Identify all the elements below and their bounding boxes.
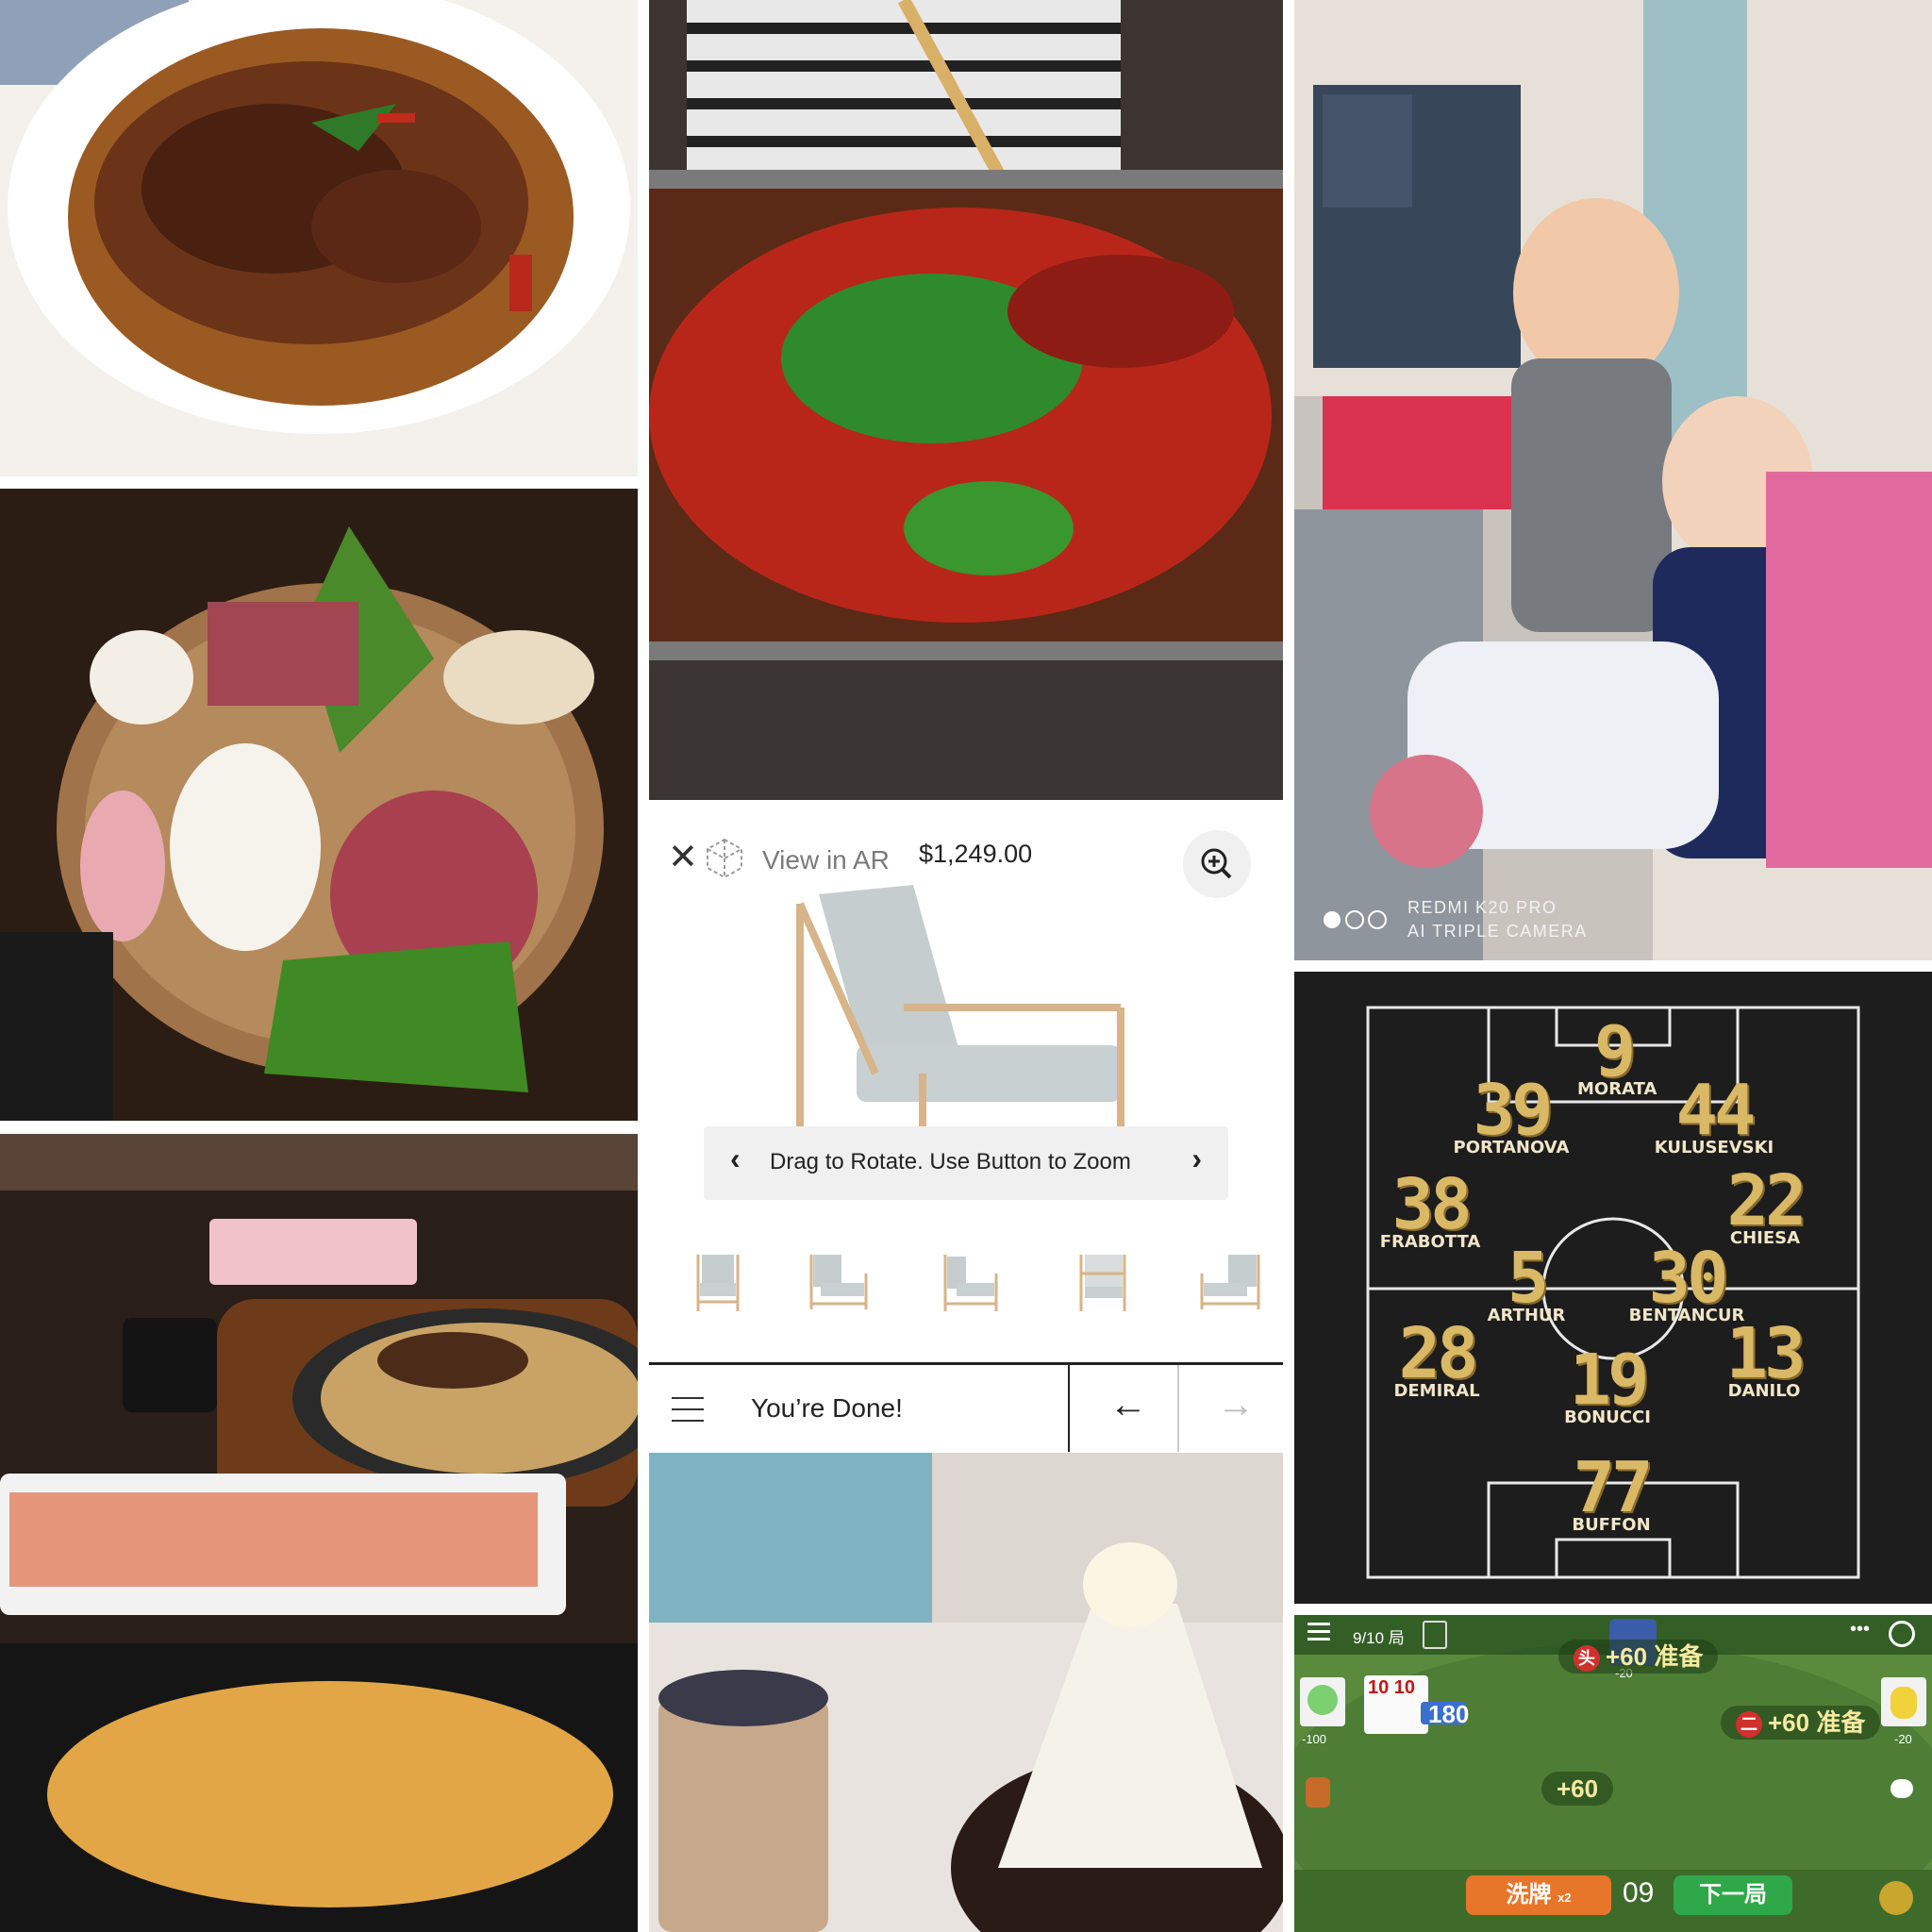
- spicy-fish-image: [649, 0, 1283, 800]
- camera-dots-icon: [1324, 910, 1387, 929]
- played-cards: 10 10: [1364, 1675, 1428, 1734]
- right-player-status: 二 +60 准备: [1721, 1706, 1881, 1740]
- player-name: FRABOTTA: [1379, 1232, 1481, 1252]
- player-number: 22: [1726, 1160, 1807, 1241]
- shuffle-button[interactable]: 洗牌 x2: [1466, 1875, 1611, 1915]
- camera-watermark: REDMI K20 PRO AI TRIPLE CAMERA: [1407, 896, 1588, 943]
- player-slot: 22 CHIESA: [1713, 1160, 1817, 1248]
- chevron-right-icon[interactable]: ›: [1191, 1141, 1202, 1176]
- top-player-status: 头 +60 准备: [1558, 1640, 1719, 1674]
- ar-cube-icon[interactable]: [702, 836, 747, 881]
- player-number: 38: [1391, 1164, 1472, 1245]
- view-in-ar-button[interactable]: View in AR: [762, 845, 890, 875]
- right-player-avatar[interactable]: [1881, 1677, 1926, 1726]
- photo-kids: REDMI K20 PRO AI TRIPLE CAMERA: [1294, 0, 1932, 960]
- player-name: BONUCCI: [1564, 1407, 1651, 1427]
- kids-image: [1294, 0, 1932, 960]
- left-player-points: -100: [1302, 1732, 1327, 1746]
- photo-spicy-grilled-fish: [649, 0, 1283, 800]
- divider: [1177, 1365, 1179, 1452]
- player-number: 9: [1593, 1011, 1637, 1092]
- character-icon[interactable]: [1306, 1777, 1330, 1807]
- player-slot: 5 ARTHUR: [1479, 1238, 1574, 1325]
- lounge-chair-3d-model[interactable]: [649, 885, 1283, 1168]
- chair-thumbnail-strip: [649, 1245, 1283, 1340]
- player-slot: 38 FRABOTTA: [1374, 1164, 1487, 1252]
- menu-icon[interactable]: [672, 1397, 704, 1431]
- player-slot: 44 KULUSEVSKI: [1643, 1070, 1785, 1158]
- player-number: 39: [1473, 1070, 1553, 1151]
- player-number: 77: [1573, 1447, 1653, 1528]
- ar-product-viewer: ✕ View in AR $1,249.00 ‹ Drag to Rotate.…: [649, 800, 1283, 1453]
- chevron-left-icon[interactable]: ‹: [730, 1141, 741, 1176]
- player-name: DEMIRAL: [1393, 1381, 1480, 1401]
- camera-feature: AI TRIPLE CAMERA: [1407, 922, 1588, 941]
- chair-thumbnail-front[interactable]: [675, 1245, 760, 1321]
- player-number: 19: [1569, 1340, 1649, 1421]
- card-game-screen: 9/10 局 ••• -20 头+60 准备 -100 10 10 180 二+…: [1294, 1615, 1932, 1932]
- player-slot: 77 BUFFON: [1555, 1447, 1668, 1535]
- left-player-avatar[interactable]: [1300, 1677, 1345, 1726]
- chair-thumbnail-side[interactable]: [928, 1245, 1013, 1321]
- player-name: KULUSEVSKI: [1654, 1138, 1774, 1158]
- beef-stew-image: [0, 0, 638, 476]
- right-player-badge: 二: [1736, 1711, 1762, 1739]
- player-name: ARTHUR: [1487, 1306, 1566, 1325]
- player-number: 44: [1675, 1070, 1756, 1151]
- product-price: $1,249.00: [908, 836, 1044, 873]
- sushi-noodles-image: [0, 1134, 638, 1932]
- divider: [1068, 1365, 1070, 1452]
- top-player-score: +60 准备: [1606, 1642, 1704, 1671]
- player-slot: 39 PORTANOVA: [1445, 1070, 1577, 1158]
- chat-icon[interactable]: [1890, 1779, 1913, 1798]
- bbq-platter-image: [0, 489, 638, 1121]
- chair-thumbnail-angle[interactable]: [796, 1245, 881, 1321]
- rotate-hint-bar: ‹ Drag to Rotate. Use Button to Zoom ›: [704, 1126, 1228, 1200]
- close-icon[interactable]: ✕: [668, 840, 698, 875]
- photo-sushi-noodles: [0, 1134, 638, 1932]
- player-name: DANILO: [1727, 1381, 1801, 1401]
- player-number: 13: [1725, 1313, 1806, 1394]
- player-name: PORTANOVA: [1453, 1138, 1570, 1158]
- more-icon[interactable]: •••: [1850, 1619, 1870, 1641]
- player-number: 30: [1648, 1238, 1728, 1319]
- target-icon[interactable]: [1889, 1621, 1915, 1647]
- player-number: 28: [1398, 1313, 1478, 1394]
- shuffle-label: 洗牌: [1506, 1882, 1552, 1907]
- camera-model: REDMI K20 PRO: [1407, 898, 1557, 917]
- player-name: BUFFON: [1572, 1515, 1651, 1535]
- ar-bottom-bar: You’re Done! ← →: [649, 1362, 1283, 1453]
- round-indicator: 9/10 局: [1353, 1629, 1405, 1647]
- rotate-hint-text: Drag to Rotate. Use Button to Zoom: [770, 1149, 1131, 1174]
- player-slot: 9 MORATA: [1577, 1011, 1657, 1099]
- chair-thumbnail-back[interactable]: [1060, 1245, 1145, 1321]
- top-player-badge: 头: [1574, 1645, 1600, 1673]
- right-player-points: -20: [1894, 1732, 1912, 1746]
- right-player-score: +60 准备: [1768, 1708, 1866, 1737]
- forward-arrow-icon[interactable]: →: [1217, 1386, 1255, 1424]
- player-name: MORATA: [1577, 1079, 1657, 1099]
- done-message: You’re Done!: [751, 1393, 903, 1423]
- chair-thumbnail-rear-angle[interactable]: [1187, 1245, 1272, 1321]
- ar-top-bar: ✕ View in AR $1,249.00: [649, 819, 1283, 898]
- player-slot: 19 BONUCCI: [1551, 1340, 1664, 1427]
- center-score: +60: [1541, 1772, 1614, 1806]
- next-round-button[interactable]: 下一局: [1674, 1875, 1792, 1915]
- countdown-timer: 09: [1623, 1877, 1655, 1908]
- settings-orb-icon[interactable]: [1879, 1881, 1913, 1915]
- bid-value: 180: [1428, 1700, 1470, 1728]
- photo-bbq-platter: [0, 489, 638, 1121]
- deck-icon[interactable]: [1423, 1621, 1447, 1649]
- football-lineup: 9 MORATA 39 PORTANOVA 44 KULUSEVSKI 38 F…: [1294, 972, 1932, 1604]
- back-arrow-icon[interactable]: ←: [1109, 1386, 1147, 1424]
- shuffle-count: x2: [1557, 1890, 1572, 1905]
- shaved-ice-image: [649, 1453, 1283, 1932]
- player-slot: 28 DEMIRAL: [1385, 1313, 1489, 1401]
- player-number: 5: [1507, 1238, 1550, 1319]
- photo-beef-stew: [0, 0, 638, 476]
- list-icon[interactable]: [1307, 1623, 1330, 1641]
- player-slot: 13 DANILO: [1715, 1313, 1813, 1401]
- photo-shaved-ice-dessert: [649, 1453, 1283, 1932]
